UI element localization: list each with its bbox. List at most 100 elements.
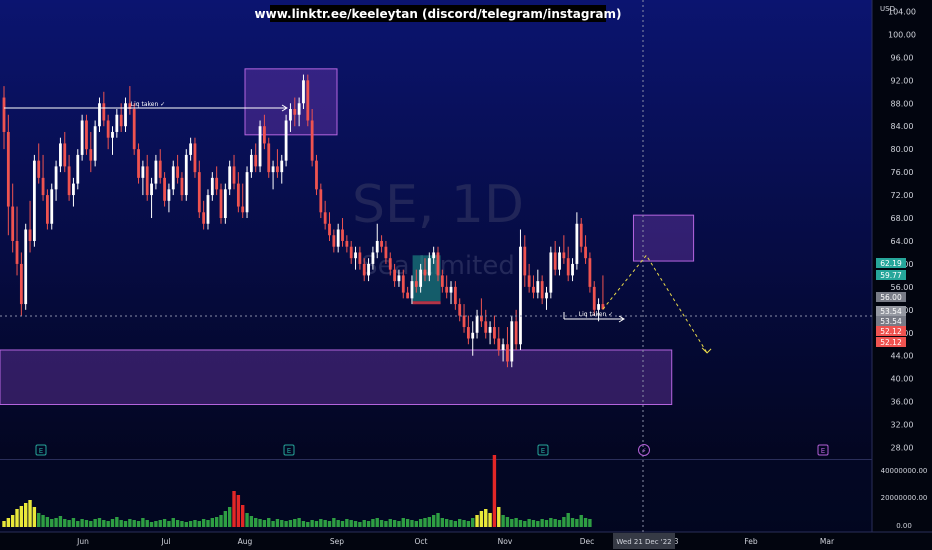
banner-text: www.linktr.ee/keeleytan (discord/telegra… xyxy=(255,7,622,21)
candle-body xyxy=(219,189,223,219)
candle-body xyxy=(102,103,106,121)
volume-bar xyxy=(579,515,583,527)
candle-body xyxy=(432,252,436,259)
volume-bar xyxy=(110,519,115,527)
candle-body xyxy=(171,166,175,190)
candle-body xyxy=(19,263,23,305)
price-tick-label: 40.00 xyxy=(891,375,914,384)
candle-body xyxy=(532,286,535,293)
candle-body xyxy=(462,315,466,328)
volume-bar xyxy=(210,518,215,527)
volume-bar xyxy=(449,520,453,527)
candle-body xyxy=(89,149,93,161)
volume-bar xyxy=(414,521,418,527)
volume-bar xyxy=(245,513,249,527)
volume-bar xyxy=(184,522,188,527)
volume-bar xyxy=(293,519,297,527)
volume-bar xyxy=(349,520,353,527)
candle-body xyxy=(419,269,423,287)
candle-body xyxy=(393,269,396,282)
earnings-marker-label: E xyxy=(287,447,291,455)
volume-bar xyxy=(180,521,184,527)
volume-bar xyxy=(223,511,228,527)
candle-body xyxy=(440,275,444,287)
candle-body xyxy=(180,177,184,196)
candle-body xyxy=(32,160,36,241)
candle-body xyxy=(362,263,366,276)
candle-body xyxy=(210,177,214,196)
time-tick-label: Sep xyxy=(330,537,344,546)
candle-body xyxy=(98,103,101,127)
volume-bar xyxy=(284,521,288,527)
candle-body xyxy=(111,131,114,138)
volume-bar xyxy=(462,520,466,527)
volume-bar xyxy=(514,518,518,527)
candle-body xyxy=(571,263,574,276)
candle-body xyxy=(397,275,401,282)
volume-bar xyxy=(193,520,197,527)
volume-bar xyxy=(358,522,362,527)
volume-bar xyxy=(232,491,236,527)
candle-body xyxy=(553,252,557,270)
candle-body xyxy=(258,126,262,167)
price-tick-label: 96.00 xyxy=(891,53,914,62)
volume-bar xyxy=(418,519,423,527)
volume-bar xyxy=(254,518,258,527)
price-tick-label: 32.00 xyxy=(891,421,914,430)
volume-bar xyxy=(171,518,175,527)
volume-bar xyxy=(566,513,570,527)
volume-bar xyxy=(41,515,45,527)
candle-body xyxy=(427,258,431,276)
time-tick-label: Feb xyxy=(744,537,758,546)
volume-bar xyxy=(306,522,310,527)
zone-demand-low xyxy=(0,349,673,405)
candle-body xyxy=(115,114,119,132)
time-tick-label: Jun xyxy=(76,537,89,546)
volume-bar xyxy=(405,519,410,527)
candle-body xyxy=(236,183,240,207)
volume-bar xyxy=(258,519,262,527)
candle-body xyxy=(302,80,305,104)
volume-bar xyxy=(37,513,41,527)
candle-body xyxy=(566,258,570,276)
volume-bar xyxy=(267,518,271,527)
price-tick-label: 68.00 xyxy=(891,214,914,223)
candle-body xyxy=(85,120,88,150)
candle-body xyxy=(72,183,75,196)
candle-body xyxy=(189,143,193,155)
candle-body xyxy=(80,120,84,155)
price-tick-label: 56.00 xyxy=(891,283,914,292)
volume-bar xyxy=(301,521,306,527)
volume-bar xyxy=(540,519,544,527)
candle-body xyxy=(414,281,418,287)
volume-bar xyxy=(431,515,436,527)
price-chart[interactable]: SE, 1D Sea Limited Liq taken ✓ Liq taken… xyxy=(0,0,932,550)
candle-body xyxy=(163,177,166,201)
volume-bar xyxy=(392,520,397,527)
candle-body xyxy=(332,235,336,247)
candle-body xyxy=(514,321,518,345)
candle-body xyxy=(176,166,179,178)
liq-label-left: Liq taken ✓ xyxy=(131,101,165,108)
volume-bar xyxy=(115,517,119,527)
volume-bar xyxy=(201,519,206,527)
volume-bar xyxy=(444,519,449,527)
volume-bar xyxy=(219,515,223,527)
candle-body xyxy=(206,195,210,224)
price-tick-label: 72.00 xyxy=(891,191,914,200)
candle-body xyxy=(223,189,227,219)
candle-body xyxy=(28,229,32,241)
candle-body xyxy=(241,206,245,213)
volume-bar xyxy=(280,520,284,527)
volume-bar xyxy=(423,518,427,527)
earnings-marker-label: E xyxy=(39,447,43,455)
candle-body xyxy=(323,212,327,224)
candle-body xyxy=(436,252,440,276)
price-tag-label: 53.54 xyxy=(880,307,902,316)
volume-bar xyxy=(466,521,471,527)
volume-bar xyxy=(76,521,80,527)
volume-bar xyxy=(588,519,592,527)
candle-body xyxy=(406,292,410,299)
volume-bar xyxy=(436,513,440,527)
volume-bar xyxy=(544,520,549,527)
